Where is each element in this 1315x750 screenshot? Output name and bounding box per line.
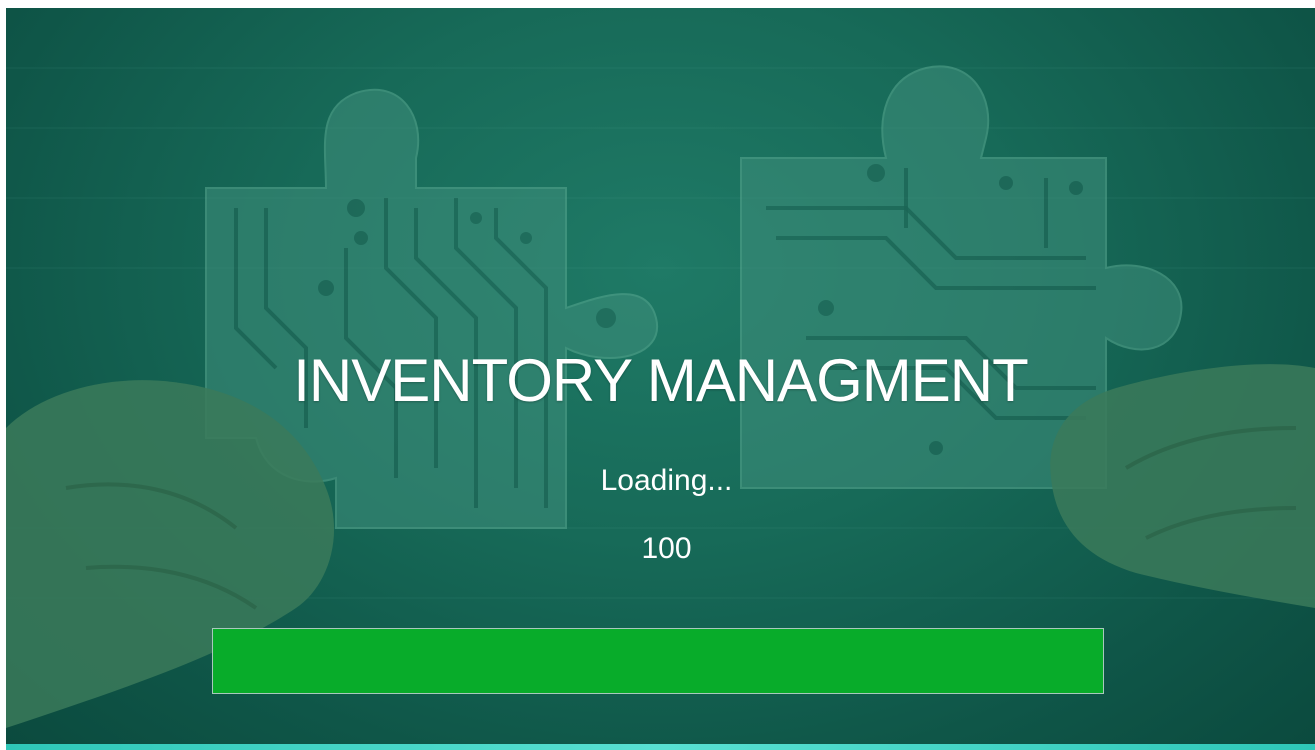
- progress-value: 100: [641, 532, 692, 565]
- app-title: INVENTORY MANAGMENT: [293, 347, 1028, 414]
- bottom-accent-strip: [6, 744, 1315, 750]
- loading-label: Loading...: [600, 464, 733, 497]
- progress-bar: [212, 628, 1104, 694]
- splash-window: INVENTORY MANAGMENT Loading... 100: [6, 8, 1315, 750]
- progress-bar-fill: [213, 629, 1103, 693]
